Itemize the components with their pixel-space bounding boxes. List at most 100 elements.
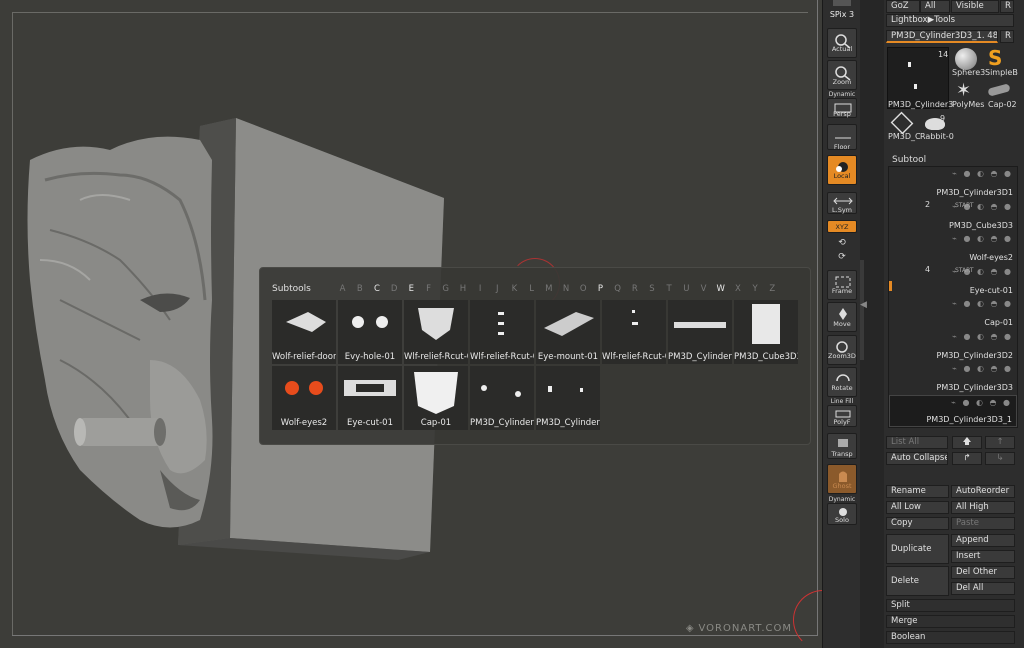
delete-button[interactable]: Delete — [886, 566, 949, 596]
alpha-letter-p[interactable]: P — [592, 284, 609, 294]
subtool-tile[interactable]: PM3D_Cube3D3 — [734, 300, 798, 364]
alpha-letter-i[interactable]: I — [472, 284, 489, 294]
subtool-panel-title[interactable]: Subtool — [892, 155, 926, 165]
alpha-letter-n[interactable]: N — [557, 284, 574, 294]
auto-collapse-button[interactable]: Auto Collapse — [886, 452, 948, 465]
subtool-tile[interactable]: Wlf-relief-Rcut-0 — [470, 300, 534, 364]
tool-thumb-label-5: PM3D_C — [888, 132, 921, 141]
subtool-list-item[interactable]: ⌁ ● ◐ ◓ ● Eye-cut-01 4 START — [889, 265, 1017, 297]
current-tool-slider[interactable]: PM3D_Cylinder3D3_1. 48 — [886, 30, 998, 43]
subtool-visibility-icons[interactable]: ⌁ ● ◐ ◓ ● — [951, 398, 1012, 407]
rotate-axis-icon[interactable]: ⟲ — [823, 238, 861, 248]
simplebrush-icon[interactable]: S — [988, 46, 1002, 70]
spix-label[interactable]: SPix 3 — [823, 10, 861, 19]
subtool-list-item[interactable]: ⌁ ● ◐ ◓ ● PM3D_Cube3D3 2 START — [889, 200, 1017, 232]
subtool-tile[interactable]: Eye-cut-01 — [338, 366, 402, 430]
del-all-button[interactable]: Del All — [951, 582, 1015, 595]
subtool-tile[interactable]: Eye-mount-01 — [536, 300, 600, 364]
subtool-list-item[interactable]: ⌁ ● ◐ ◓ ● PM3D_Cylinder3D2 — [889, 330, 1017, 362]
subtool-tile[interactable]: Wolf-relief-door- — [272, 300, 336, 364]
subtool-visibility-icons[interactable]: ⌁ ● ◐ ◓ ● — [952, 364, 1013, 373]
insert-button[interactable]: Insert — [951, 550, 1015, 563]
alpha-letter-l[interactable]: L — [523, 284, 540, 294]
visible-button[interactable]: Visible — [951, 0, 999, 13]
alpha-letter-z[interactable]: Z — [764, 284, 781, 294]
move-down-button[interactable]: ↱ — [952, 452, 982, 465]
duplicate-button[interactable]: Duplicate — [886, 534, 949, 564]
alpha-letter-w[interactable]: W — [712, 284, 729, 294]
split-menu[interactable]: Split — [886, 599, 1015, 612]
subtool-tile[interactable]: PM3D_Cylinder3 — [536, 366, 600, 430]
move-down-dim-button[interactable]: ↳ — [985, 452, 1015, 465]
subtool-visibility-icons[interactable]: ⌁ ● ◐ ◓ ● — [952, 299, 1013, 308]
frame-button[interactable] — [827, 270, 857, 300]
alpha-letter-d[interactable]: D — [386, 284, 403, 294]
subtool-tile[interactable]: Wolf-eyes2 — [272, 366, 336, 430]
alpha-letter-k[interactable]: K — [506, 284, 523, 294]
alpha-letter-y[interactable]: Y — [747, 284, 764, 294]
local-label: Local — [833, 172, 851, 180]
subtool-tile[interactable]: PM3D_Cylinder3 — [668, 300, 732, 364]
alpha-letter-v[interactable]: V — [695, 284, 712, 294]
all-button[interactable]: All — [920, 0, 950, 13]
subtool-list-item[interactable]: ⌁ ● ◐ ◓ ● Wolf-eyes2 — [889, 232, 1017, 264]
viewport-canvas[interactable]: ◈ VORONART.COM Subtools ABCDEFGHIJKLMNOP… — [0, 0, 822, 648]
actual-button[interactable] — [827, 28, 857, 58]
sphere3-thumb[interactable] — [955, 48, 977, 70]
rotate-button[interactable] — [827, 367, 857, 397]
alpha-letter-b[interactable]: B — [351, 284, 368, 294]
alpha-letter-r[interactable]: R — [626, 284, 643, 294]
rename-button[interactable]: Rename — [886, 485, 949, 498]
alpha-letter-u[interactable]: U — [678, 284, 695, 294]
append-button[interactable]: Append — [951, 534, 1015, 547]
subtool-list-item[interactable]: ⌁ ● ◐ ◓ ● PM3D_Cylinder3D1 — [889, 167, 1017, 199]
copy-button[interactable]: Copy — [886, 517, 949, 530]
subtool-list-item[interactable]: ⌁ ● ◐ ◓ ● PM3D_Cylinder3D3 — [889, 362, 1017, 394]
move-up-button[interactable]: 🡅 — [952, 436, 982, 449]
subtool-visibility-icons[interactable]: ⌁ ● ◐ ◓ ● — [952, 169, 1013, 178]
polymesh-star-icon[interactable]: ✶ — [956, 80, 971, 101]
alpha-letter-x[interactable]: X — [729, 284, 746, 294]
rotate-axis-2-icon[interactable]: ⟳ — [823, 252, 861, 262]
alpha-letter-t[interactable]: T — [661, 284, 678, 294]
alpha-letter-a[interactable]: A — [334, 284, 351, 294]
divider-scroll-handle[interactable] — [860, 260, 864, 360]
alpha-letter-c[interactable]: C — [368, 284, 385, 294]
r-button[interactable]: R — [1000, 0, 1014, 13]
merge-menu[interactable]: Merge — [886, 615, 1015, 628]
lightbox-tools-button[interactable]: Lightbox▶Tools — [886, 14, 1014, 27]
subtool-visibility-icons[interactable]: ⌁ ● ◐ ◓ ● — [952, 234, 1013, 243]
subtool-list-item[interactable]: ⌁ ● ◐ ◓ ● Cap-01 — [889, 297, 1017, 329]
all-high-button[interactable]: All High — [951, 501, 1015, 514]
subtool-list-item[interactable]: ⌁ ● ◐ ◓ ● PM3D_Cylinder3D3_1 — [889, 394, 1017, 427]
del-other-button[interactable]: Del Other — [951, 566, 1015, 579]
boolean-menu[interactable]: Boolean — [886, 631, 1015, 644]
alpha-letter-e[interactable]: E — [403, 284, 420, 294]
autoreorder-button[interactable]: AutoReorder — [951, 485, 1015, 498]
alpha-letter-o[interactable]: O — [575, 284, 592, 294]
zoom3d-button[interactable] — [827, 335, 857, 365]
subtool-tile[interactable]: Wlf-relief-Rcut-0 — [404, 300, 468, 364]
collapse-arrow-icon[interactable]: ◀ — [860, 300, 867, 310]
move-up-dim-button[interactable]: ↑ — [985, 436, 1015, 449]
alpha-letter-s[interactable]: S — [643, 284, 660, 294]
all-low-button[interactable]: All Low — [886, 501, 949, 514]
subtool-tile-thumbnail — [344, 380, 396, 396]
subtool-visibility-icons[interactable]: ⌁ ● ◐ ◓ ● — [952, 332, 1013, 341]
r2-button[interactable]: R — [1000, 30, 1014, 43]
alpha-letter-j[interactable]: J — [489, 284, 506, 294]
alpha-letter-h[interactable]: H — [454, 284, 471, 294]
list-all-button[interactable]: List All — [886, 436, 948, 449]
alpha-letter-g[interactable]: G — [437, 284, 454, 294]
local-button[interactable] — [827, 155, 857, 185]
alpha-letter-f[interactable]: F — [420, 284, 437, 294]
paste-button[interactable]: Paste — [951, 517, 1015, 530]
subtool-scroll-indicator[interactable] — [889, 281, 892, 291]
subtool-tile[interactable]: PM3D_Cylinder3 — [470, 366, 534, 430]
subtool-tile[interactable]: Wlf-relief-Rcut-0 — [602, 300, 666, 364]
alpha-letter-m[interactable]: M — [540, 284, 557, 294]
subtool-tile[interactable]: Evy-hole-01 — [338, 300, 402, 364]
goz-button[interactable]: GoZ — [886, 0, 920, 13]
alpha-letter-q[interactable]: Q — [609, 284, 626, 294]
subtool-tile[interactable]: Cap-01 — [404, 366, 468, 430]
